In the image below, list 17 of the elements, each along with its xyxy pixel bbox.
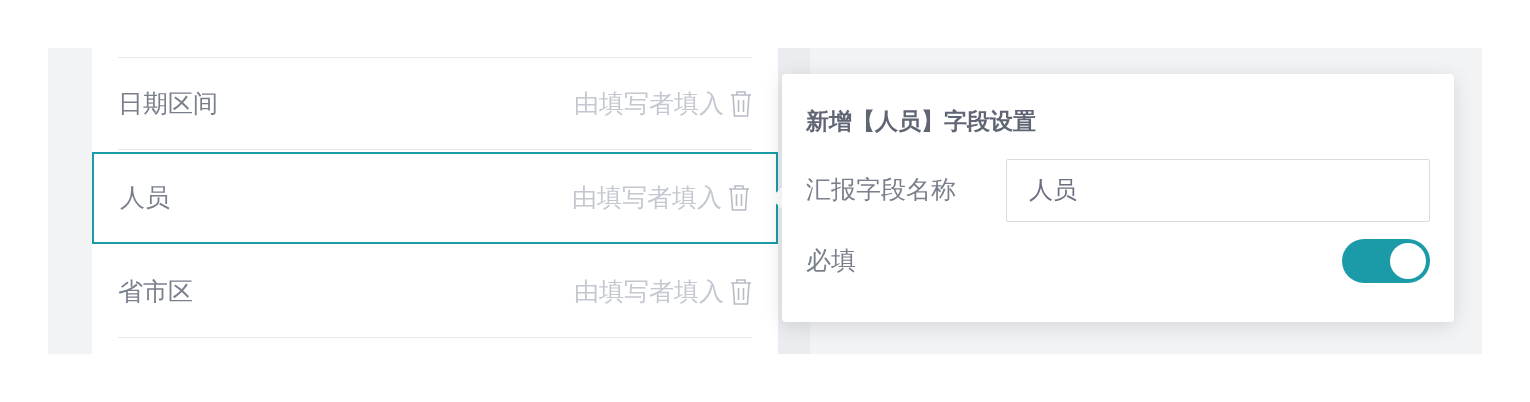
field-row[interactable]: 人员 由填写者填入 xyxy=(92,152,778,244)
field-hint: 由填写者填入 xyxy=(572,182,722,215)
trash-icon[interactable] xyxy=(728,184,750,212)
field-name-input[interactable]: 人员 xyxy=(1006,158,1430,222)
field-row[interactable]: 省市区 由填写者填入 xyxy=(118,246,752,338)
field-row[interactable]: 日期区间 由填写者填入 xyxy=(118,58,752,150)
field-hint: 由填写者填入 xyxy=(574,275,724,308)
trash-icon[interactable] xyxy=(730,277,752,306)
popover-title: 新增【人员】字段设置 xyxy=(806,107,1036,136)
required-label: 必填 xyxy=(806,244,856,277)
field-name: 省市区 xyxy=(118,275,193,308)
field-label: 汇报字段名称 xyxy=(806,174,957,207)
required-toggle[interactable] xyxy=(1342,238,1430,283)
field-name: 人员 xyxy=(120,182,170,215)
field-hint: 由填写者填入 xyxy=(574,87,724,120)
field-name: 日期区间 xyxy=(118,87,218,120)
trash-icon[interactable] xyxy=(730,89,752,118)
